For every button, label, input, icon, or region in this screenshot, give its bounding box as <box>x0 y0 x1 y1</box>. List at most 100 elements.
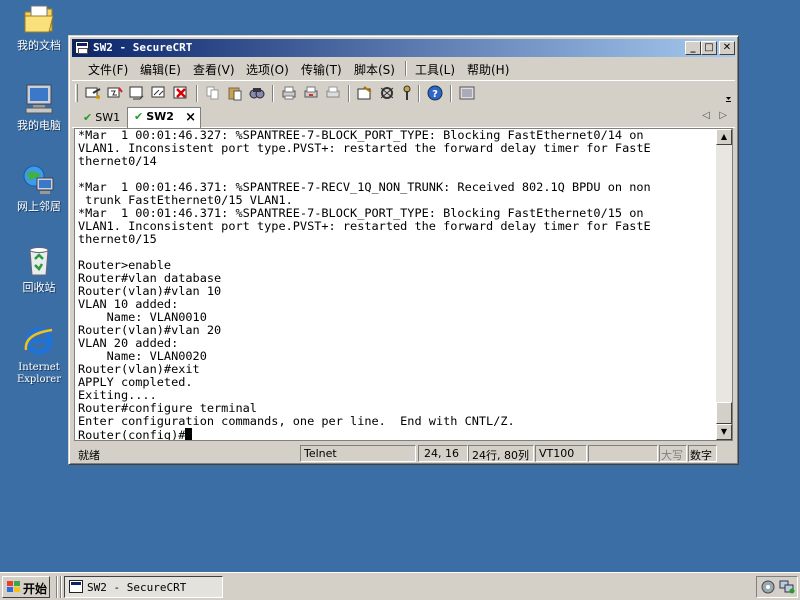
menu-tools[interactable]: 工具(L) <box>415 61 455 78</box>
menu-help[interactable]: 帮助(H) <box>467 61 509 78</box>
paste-icon[interactable] <box>226 85 244 101</box>
taskbar-separator <box>56 576 58 598</box>
svg-text:?: ? <box>432 89 438 100</box>
terminal-cursor <box>185 428 193 440</box>
print-screen-icon[interactable] <box>324 85 342 101</box>
status-cursor-position: 24, 16 <box>418 445 468 462</box>
maximize-button[interactable]: □ <box>701 41 717 55</box>
terminal-line: thernet0/15 <box>78 232 157 246</box>
tab-label: SW2 <box>146 110 174 123</box>
desktop-icon-network-places[interactable]: 网上邻居 <box>6 163 72 213</box>
tab-prev-icon[interactable]: ◁ <box>702 110 710 121</box>
key-map-icon[interactable] <box>398 85 416 101</box>
securecrt-window: SW2 - SecureCRT _ □ ✕ 文件(F) 编辑(E) 查看(V) … <box>68 35 739 465</box>
volume-icon[interactable] <box>761 580 775 597</box>
taskbar-button-label: SW2 - SecureCRT <box>87 581 187 594</box>
desktop-icon-my-computer[interactable]: 我的电脑 <box>6 82 72 132</box>
taskbar: 开始 SW2 - SecureCRT <box>0 572 800 600</box>
toolbar-separator <box>418 85 420 102</box>
session-options-icon[interactable] <box>356 85 374 101</box>
toolbar-separator <box>196 85 198 102</box>
scroll-thumb[interactable] <box>716 402 732 424</box>
toolbar-overflow-icon[interactable] <box>724 89 733 103</box>
connected-check-icon: ✔ <box>83 111 93 124</box>
screenshot-icon[interactable] <box>458 85 476 101</box>
toolbar-grip[interactable] <box>75 84 78 102</box>
toolbar-separator <box>450 85 452 102</box>
terminal-line: thernet0/14 <box>78 154 157 168</box>
connect-tab-icon[interactable] <box>128 85 146 101</box>
start-button[interactable]: 开始 <box>2 576 50 598</box>
status-blank <box>588 445 658 462</box>
desktop-icon-label: 回收站 <box>22 281 56 294</box>
connected-check-icon: ✔ <box>134 110 144 123</box>
menu-script[interactable]: 脚本(S) <box>354 61 395 78</box>
desktop-icon-my-documents[interactable]: 我的文档 <box>6 2 72 52</box>
terminal-area[interactable]: *Mar 1 00:01:46.327: %SPANTREE-7-BLOCK_P… <box>74 128 733 441</box>
window-title: SW2 - SecureCRT <box>93 41 193 54</box>
terminal-line: Enter configuration commands, one per li… <box>78 414 515 428</box>
network-status-icon[interactable] <box>779 580 795 597</box>
minimize-button[interactable]: _ <box>685 41 701 55</box>
scroll-up-icon[interactable]: ▲ <box>716 129 732 145</box>
status-terminal-size: 24行, 80列 <box>468 445 534 462</box>
toolbar-separator <box>348 85 350 102</box>
start-label: 开始 <box>23 582 48 596</box>
terminal-line: VLAN1. Inconsistent port type.PVST+: res… <box>78 141 651 155</box>
quick-connect-icon[interactable] <box>106 85 124 101</box>
print-icon[interactable] <box>280 85 298 101</box>
terminal-output[interactable]: *Mar 1 00:01:46.327: %SPANTREE-7-BLOCK_P… <box>78 129 716 440</box>
status-caps-lock: 大写 <box>659 445 687 462</box>
desktop-icon-recycle-bin[interactable]: 回收站 <box>6 244 72 294</box>
my-computer-icon <box>22 82 56 116</box>
menu-bar: 文件(F) 编辑(E) 查看(V) 选项(O) 传输(T) 脚本(S) 工具(L… <box>72 58 735 78</box>
help-icon[interactable]: ? <box>426 85 444 101</box>
status-ready: 就绪 <box>78 449 100 462</box>
session-tab-bar: ✔ SW1 ✔ SW2 × ◁ ▷ <box>72 106 735 128</box>
desktop-icon-internet-explorer[interactable]: Internet Explorer <box>6 324 72 386</box>
tab-label: SW1 <box>95 111 121 124</box>
desktop-icon-label: Internet Explorer <box>16 362 62 385</box>
recycle-bin-icon <box>22 244 56 278</box>
internet-explorer-icon <box>22 324 56 358</box>
menu-transfer[interactable]: 传输(T) <box>301 61 342 78</box>
tab-sw1[interactable]: ✔ SW1 <box>77 109 127 128</box>
taskbar-separator <box>60 576 62 598</box>
menu-view[interactable]: 查看(V) <box>193 61 235 78</box>
tab-next-icon[interactable]: ▷ <box>719 110 727 121</box>
terminal-line: APPLY completed. <box>78 375 193 389</box>
desktop-icon-label: 我的电脑 <box>17 119 61 132</box>
desktop-icon-label: 网上邻居 <box>17 200 61 213</box>
menu-options[interactable]: 选项(O) <box>246 61 289 78</box>
status-protocol: Telnet <box>300 445 416 462</box>
windows-logo-icon <box>7 581 20 593</box>
menu-separator <box>405 61 407 76</box>
status-bar: 就绪 Telnet 24, 16 24行, 80列 VT100 大写 数字 <box>72 444 735 463</box>
network-places-icon <box>22 163 56 197</box>
find-icon[interactable] <box>248 85 266 101</box>
close-button[interactable]: ✕ <box>719 41 735 55</box>
title-bar[interactable]: SW2 - SecureCRT _ □ ✕ <box>72 39 735 57</box>
scroll-down-icon[interactable]: ▼ <box>716 424 732 440</box>
toolbar-separator <box>272 85 274 102</box>
securecrt-app-icon <box>69 580 83 593</box>
taskbar-button-securecrt[interactable]: SW2 - SecureCRT <box>64 576 223 598</box>
terminal-line: Router(config)# <box>78 428 716 440</box>
global-options-icon[interactable] <box>378 85 396 101</box>
disconnect-icon[interactable] <box>172 85 190 101</box>
print-selection-icon[interactable] <box>302 85 320 101</box>
menu-edit[interactable]: 编辑(E) <box>140 61 181 78</box>
tab-close-icon[interactable]: × <box>185 110 196 125</box>
menu-file[interactable]: 文件(F) <box>88 61 128 78</box>
vertical-scrollbar[interactable]: ▲ ▼ <box>716 129 732 440</box>
status-num-lock: 数字 <box>688 445 717 462</box>
copy-icon[interactable] <box>204 85 222 101</box>
securecrt-app-icon[interactable] <box>75 41 89 54</box>
my-documents-icon <box>22 2 56 36</box>
tab-sw2[interactable]: ✔ SW2 × <box>127 107 201 128</box>
connect-icon[interactable] <box>84 85 102 101</box>
system-tray <box>756 576 798 598</box>
reconnect-icon[interactable] <box>150 85 168 101</box>
toolbar: ? <box>72 80 735 104</box>
